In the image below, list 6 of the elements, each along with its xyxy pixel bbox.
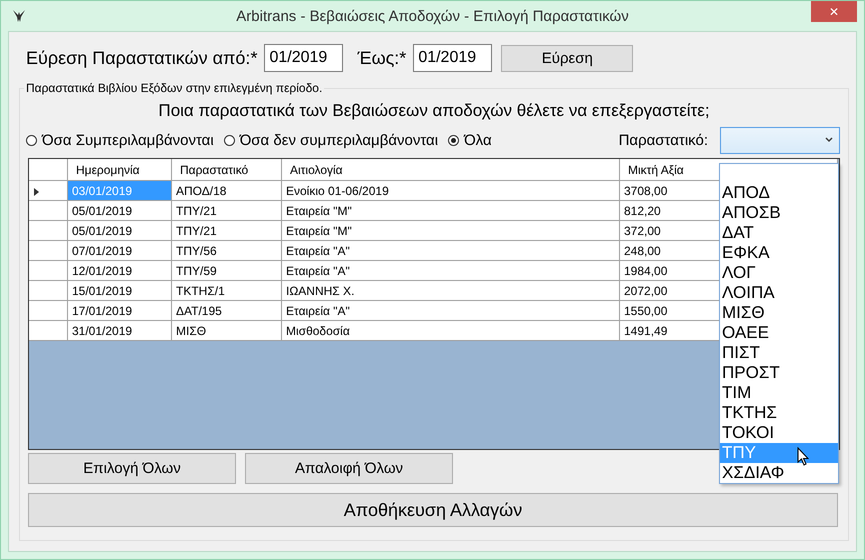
group-title: Παραστατικά Βιβλίου Εξόδων στην επιλεγμένη περίοδο. <box>25 81 324 95</box>
question-text: Ποια παραστατικά των Βεβαιώσεων αποδοχών θέλετε να επεξεργαστείτε; <box>157 101 711 122</box>
to-label: Έως:* <box>357 48 406 68</box>
window-title: Arbitrans - Βεβαιώσεις Αποδοχών - Επιλογή Παραστατικών <box>235 8 630 24</box>
from-label: Εύρεση Παραστατικών από:* <box>26 48 258 68</box>
document-label: Παραστατικό: <box>618 132 708 148</box>
